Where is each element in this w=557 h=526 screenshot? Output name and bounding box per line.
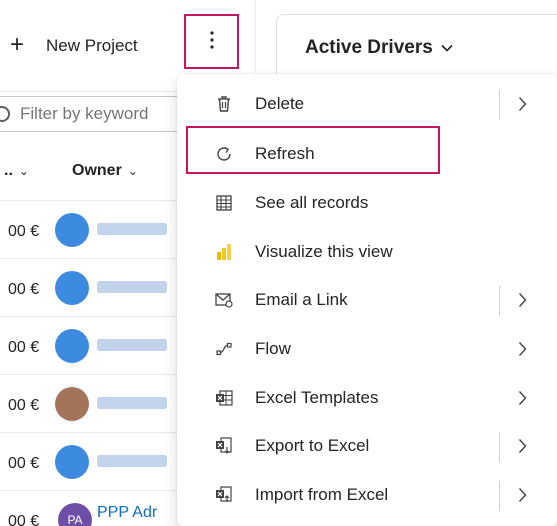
column-header-label: Owner <box>72 162 122 179</box>
excel-export-icon <box>213 435 235 457</box>
amount-cell: 00 € <box>8 397 40 414</box>
view-selector[interactable]: Active Drivers <box>305 37 453 59</box>
chevron-down-icon: ⌄ <box>127 164 138 178</box>
column-header-amount[interactable]: .. ⌄ <box>4 150 29 192</box>
table-icon <box>213 192 235 214</box>
menu-item-excel-templates[interactable]: Excel Templates <box>177 376 557 420</box>
avatar <box>55 213 89 247</box>
amount-cell: 00 € <box>8 513 40 526</box>
excel-import-icon <box>213 484 235 506</box>
menu-item-export-excel[interactable]: Export to Excel <box>177 424 557 468</box>
trash-icon <box>213 93 235 115</box>
split-divider <box>499 286 500 316</box>
chevron-right-icon[interactable] <box>511 481 533 509</box>
menu-item-label: Delete <box>255 94 305 113</box>
menu-item-label: Import from Excel <box>255 485 389 504</box>
split-divider <box>499 90 500 120</box>
filter-box <box>0 96 190 132</box>
new-project-button[interactable]: + New Project <box>10 26 138 66</box>
search-icon <box>0 106 10 122</box>
chevron-right-icon[interactable] <box>511 432 533 460</box>
avatar <box>55 271 89 305</box>
owner-name-redacted <box>97 339 167 351</box>
menu-item-delete[interactable]: Delete <box>177 82 557 126</box>
chevron-right-icon[interactable] <box>511 384 533 412</box>
chevron-right-icon[interactable] <box>511 335 533 363</box>
owner-name-redacted <box>97 223 167 235</box>
view-title: Active Drivers <box>305 37 433 58</box>
split-divider <box>499 481 500 511</box>
column-header-label: .. <box>4 162 13 179</box>
menu-item-label: Refresh <box>255 144 315 163</box>
menu-item-label: See all records <box>255 193 369 212</box>
menu-item-flow[interactable]: Flow <box>177 327 557 371</box>
avatar <box>55 387 89 421</box>
owner-link[interactable]: PPP Adr <box>97 504 157 522</box>
menu-item-import-excel[interactable]: Import from Excel <box>177 473 557 517</box>
owner-name-redacted <box>97 397 167 409</box>
overflow-menu: Delete Refresh See all records Visualize… <box>177 74 557 526</box>
column-header-owner[interactable]: Owner ⌄ <box>72 150 138 192</box>
chevron-right-icon[interactable] <box>511 286 533 314</box>
avatar: PA <box>58 503 92 526</box>
more-vertical-icon <box>209 30 215 50</box>
chevron-down-icon <box>441 44 453 52</box>
chevron-down-icon: ⌄ <box>18 164 29 178</box>
plus-icon: + <box>10 30 25 58</box>
menu-item-label: Export to Excel <box>255 436 370 455</box>
email-link-icon <box>213 289 235 311</box>
owner-name-redacted <box>97 455 167 467</box>
menu-item-refresh[interactable]: Refresh <box>177 126 557 176</box>
menu-item-label: Email a Link <box>255 290 348 309</box>
split-divider <box>499 432 500 462</box>
menu-item-see-all-records[interactable]: See all records <box>177 181 557 225</box>
powerbi-icon <box>213 241 235 263</box>
amount-cell: 00 € <box>8 339 40 356</box>
menu-item-visualize[interactable]: Visualize this view <box>177 230 557 274</box>
owner-name-redacted <box>97 281 167 293</box>
amount-cell: 00 € <box>8 455 40 472</box>
flow-icon <box>213 338 235 360</box>
chevron-right-icon[interactable] <box>511 90 533 118</box>
amount-cell: 00 € <box>8 223 40 240</box>
menu-item-email-link[interactable]: Email a Link <box>177 278 557 322</box>
filter-input[interactable] <box>20 104 180 124</box>
amount-cell: 00 € <box>8 281 40 298</box>
menu-item-label: Visualize this view <box>255 242 393 261</box>
new-project-label: New Project <box>46 36 138 55</box>
excel-template-icon <box>213 387 235 409</box>
menu-item-label: Excel Templates <box>255 388 379 407</box>
refresh-icon <box>213 143 235 165</box>
avatar <box>55 329 89 363</box>
avatar <box>55 445 89 479</box>
menu-item-label: Flow <box>255 339 291 358</box>
more-commands-button[interactable] <box>184 14 239 69</box>
